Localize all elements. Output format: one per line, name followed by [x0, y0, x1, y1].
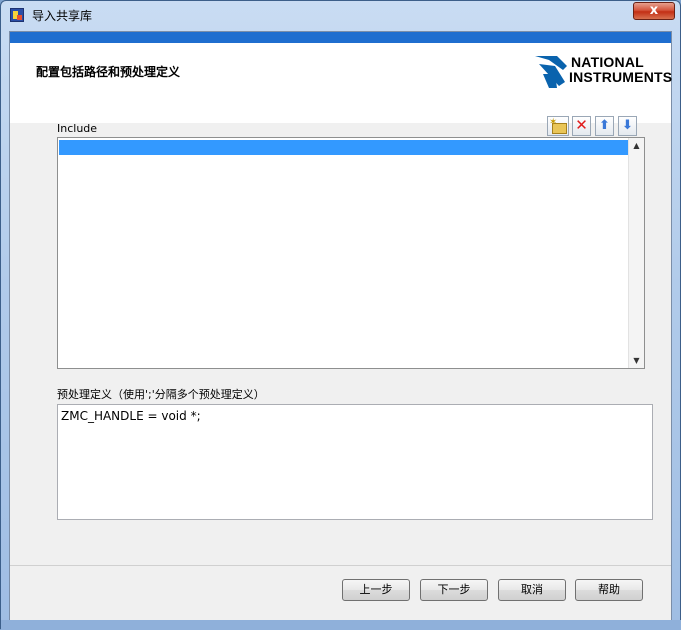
- header-accent-strip: [10, 32, 671, 43]
- previous-button[interactable]: 上一步: [342, 579, 410, 601]
- help-button[interactable]: 帮助: [575, 579, 643, 601]
- next-button[interactable]: 下一步: [420, 579, 488, 601]
- add-path-button[interactable]: ✶: [547, 116, 569, 136]
- national-instruments-logo: NATIONAL INSTRUMENTS: [535, 52, 673, 90]
- sparkle-icon: ✶: [549, 117, 558, 128]
- window-title: 导入共享库: [32, 9, 93, 23]
- include-label: Include: [57, 122, 98, 135]
- preprocessor-label: 预处理定义（使用';'分隔多个预处理定义）: [57, 388, 265, 401]
- list-item-selected[interactable]: [59, 140, 630, 155]
- move-up-button[interactable]: ⬆: [595, 116, 614, 136]
- include-paths-list[interactable]: ▲ ▼: [57, 137, 645, 369]
- scroll-down-arrow-icon[interactable]: ▼: [629, 353, 644, 368]
- preprocessor-definitions-field[interactable]: ZMC_HANDLE = void *;: [57, 404, 653, 520]
- move-down-button[interactable]: ⬇: [618, 116, 637, 136]
- include-list-toolbar: ✶ ✕ ⬆ ⬇: [547, 115, 643, 137]
- labview-app-icon: [10, 8, 24, 22]
- delete-path-button[interactable]: ✕: [572, 116, 591, 136]
- title-bar[interactable]: 导入共享库 x: [1, 1, 680, 29]
- dialog-client-area: 配置包括路径和预处理定义 NATIONAL INSTRUMENTS Includ…: [9, 31, 672, 622]
- close-button[interactable]: x: [633, 2, 675, 20]
- footer-divider: [10, 565, 671, 566]
- import-shared-library-window: 导入共享库 x 配置包括路径和预处理定义 NATIONAL INSTRUMENT…: [0, 0, 681, 630]
- logo-line-instruments: INSTRUMENTS: [569, 69, 673, 85]
- wizard-header: 配置包括路径和预处理定义 NATIONAL INSTRUMENTS: [10, 43, 673, 123]
- logo-line-national: NATIONAL: [571, 54, 644, 70]
- cancel-button[interactable]: 取消: [498, 579, 566, 601]
- scroll-up-arrow-icon[interactable]: ▲: [629, 138, 644, 153]
- list-scrollbar[interactable]: ▲ ▼: [628, 138, 644, 368]
- ni-eagle-icon: [535, 56, 567, 88]
- page-title: 配置包括路径和预处理定义: [36, 65, 181, 79]
